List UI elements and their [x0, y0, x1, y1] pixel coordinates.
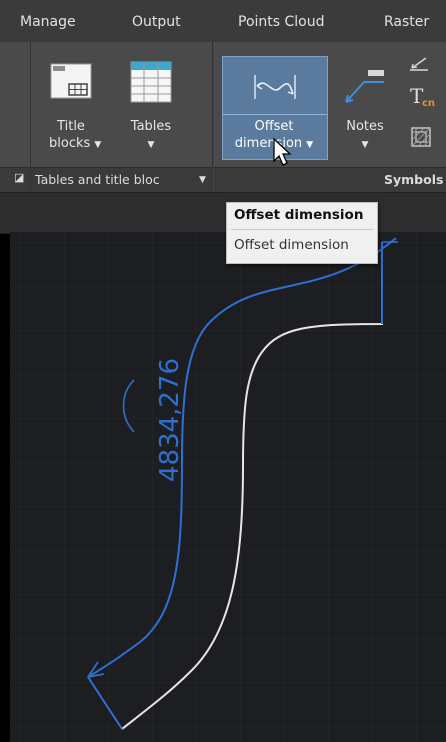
tooltip-title: Offset dimension: [234, 207, 364, 223]
panel-dropdown-icon[interactable]: ▼: [199, 175, 206, 185]
symbols-panel: Offset dimension ▼ Notes ▼ T cn Symbols: [214, 42, 446, 192]
button-split-line: [223, 114, 327, 115]
mouse-cursor-icon: [273, 137, 292, 166]
leader-arrow-icon[interactable]: [406, 52, 432, 76]
text-cn-icon[interactable]: T cn: [410, 84, 440, 114]
clipped-panel: ◪: [0, 42, 31, 192]
dimension-value-text[interactable]: 4834,276: [155, 358, 185, 482]
tables-panel-footer: Tables and title bloc ▼: [31, 167, 212, 192]
tooltip-divider: [231, 229, 373, 230]
tooltip: Offset dimension Offset dimension: [226, 202, 378, 264]
panel-launcher-icon[interactable]: ◪: [14, 171, 24, 184]
tab-points-cloud[interactable]: Points Cloud: [238, 14, 325, 30]
notes-icon[interactable]: [342, 66, 386, 106]
tab-manage[interactable]: Manage: [20, 14, 76, 30]
tables-icon[interactable]: [129, 60, 173, 104]
file-tab-strip: [0, 192, 446, 234]
drawing-svg: 4834,276: [10, 232, 446, 742]
ribbon: ◪ Title blocks ▼ Tables ▼ Tables and tit…: [0, 42, 446, 192]
offset-dimension-icon: [254, 75, 296, 99]
hatch-icon[interactable]: [410, 126, 432, 148]
tab-raster[interactable]: Raster: [384, 14, 429, 30]
tables-label[interactable]: Tables ▼: [121, 118, 181, 154]
tables-panel: Title blocks ▼ Tables ▼ Tables and title…: [31, 42, 213, 192]
tables-panel-title: Tables and title bloc: [35, 172, 160, 187]
tab-output[interactable]: Output: [132, 14, 181, 30]
ribbon-tab-bar: Manage Output Points Cloud Raster: [0, 0, 446, 43]
tooltip-description: Offset dimension: [234, 237, 349, 253]
title-blocks-label[interactable]: Title blocks ▼: [49, 118, 101, 154]
drawing-canvas[interactable]: 4834,276: [10, 232, 446, 742]
clipped-panel-footer: ◪: [0, 167, 30, 192]
symbols-panel-title: Symbols: [384, 172, 444, 187]
symbols-panel-footer: Symbols: [214, 167, 446, 192]
notes-label[interactable]: Notes ▼: [338, 118, 392, 154]
title-blocks-icon[interactable]: [49, 62, 93, 100]
